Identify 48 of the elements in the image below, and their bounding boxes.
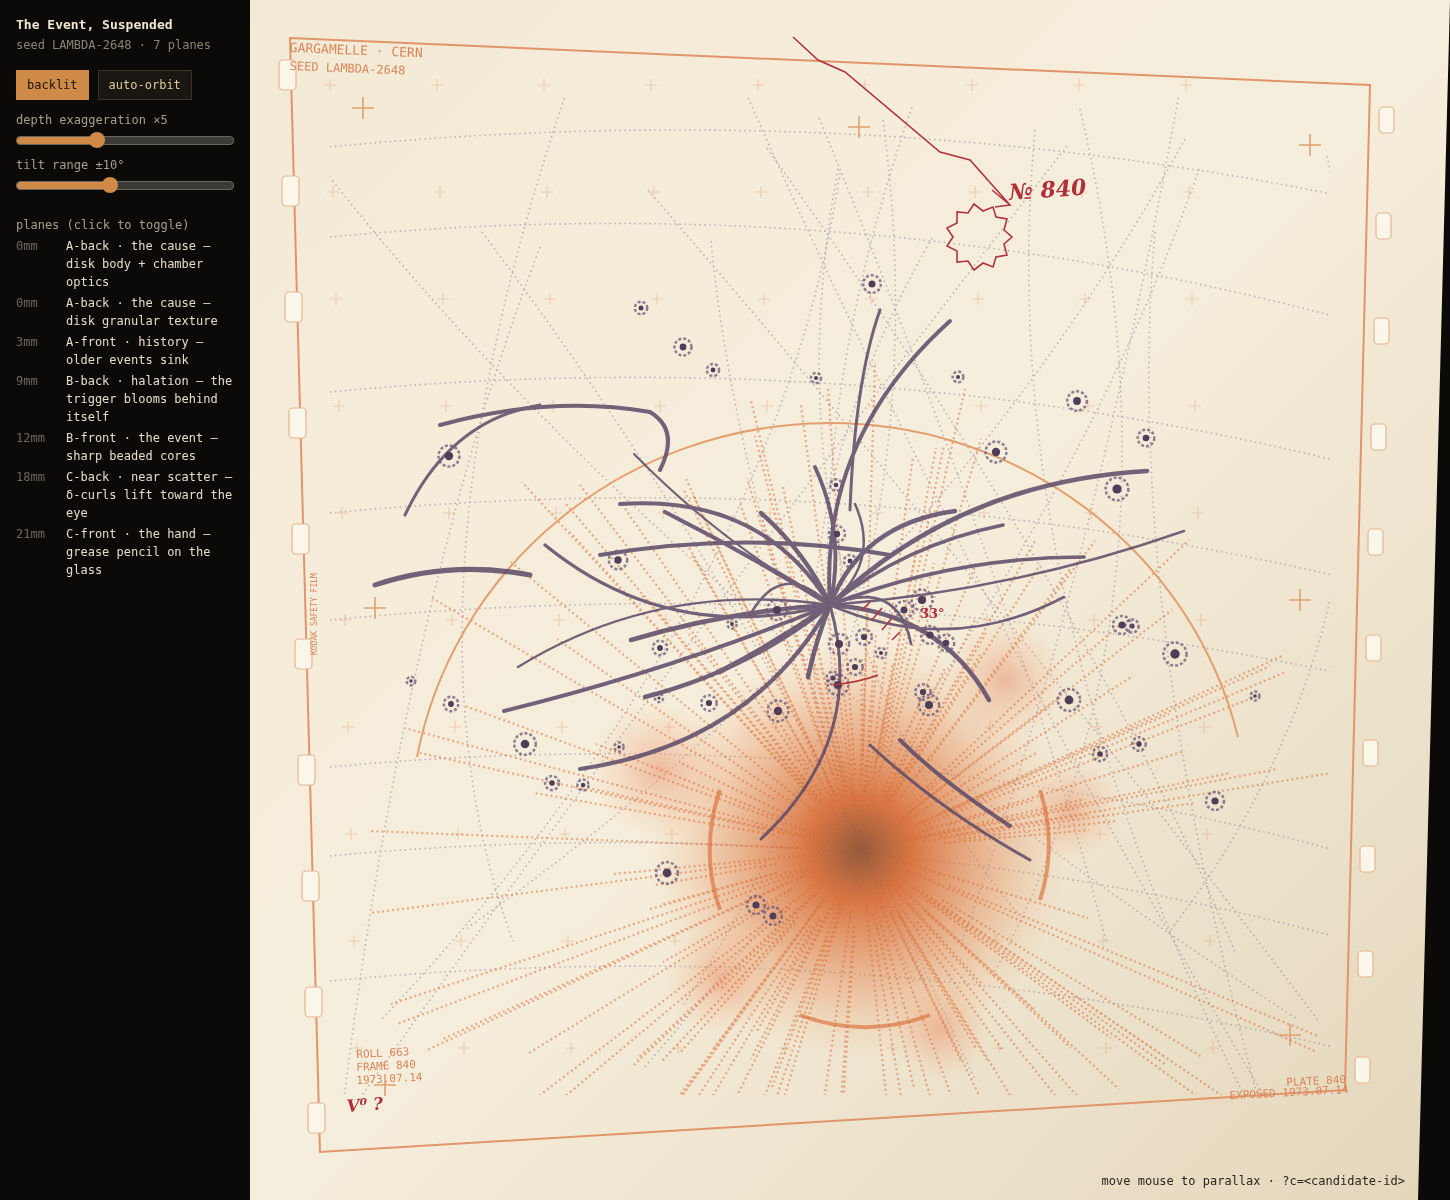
handwritten-note: V⁰ ?: [346, 1094, 384, 1116]
plane-depth: 0mm: [16, 295, 39, 312]
footer-hint: move mouse to parallax · ?c=<candidate-id>: [1101, 1174, 1405, 1188]
sprocket-hole: [1362, 739, 1379, 767]
film-edge-text: KODAK SAFETY FILM: [310, 573, 319, 655]
sprocket-hole: [281, 175, 300, 207]
sprocket-hole: [1373, 317, 1390, 345]
plane-toggle[interactable]: B-back · halation — the trigger blooms behind itself: [66, 372, 234, 426]
plane-depth: 3mm: [16, 334, 39, 351]
sprocket-hole: [301, 870, 320, 902]
sprocket-hole: [304, 986, 323, 1018]
plane-depth: 18mm: [16, 469, 46, 486]
plane-toggle[interactable]: A-front · history — older events sink: [66, 333, 234, 369]
handwritten-note: 33°: [920, 606, 945, 621]
sprocket-hole: [1359, 845, 1376, 873]
plane-toggle[interactable]: C-back · near scatter — δ-curls lift toward the eye: [66, 468, 234, 522]
handwritten-note: № 840: [1008, 174, 1087, 204]
sprocket-hole: [1357, 950, 1374, 978]
sprocket-hole: [288, 407, 307, 439]
plane-toggle[interactable]: A-back · the cause — disk granular texture: [66, 294, 234, 330]
plane-toggle[interactable]: A-back · the cause — disk body + chamber optics: [66, 237, 234, 291]
app-title: The Event, Suspended: [16, 17, 174, 32]
toggle-button[interactable]: backlit: [16, 70, 89, 100]
slider-label: depth exaggeration ×5: [16, 113, 168, 127]
slider-thumb[interactable]: [88, 132, 105, 148]
sprocket-hole: [307, 1102, 326, 1134]
sprocket-hole: [1354, 1056, 1371, 1084]
plane-depth: 12mm: [16, 430, 46, 447]
planes-heading: planes (click to toggle): [16, 218, 190, 232]
plate-seed: SEED LAMBDA-2648: [289, 60, 406, 78]
slider-label: tilt range ±10°: [16, 158, 125, 172]
sprocket-hole: [297, 754, 316, 786]
plane-depth: 21mm: [16, 526, 46, 543]
sprocket-hole: [1365, 634, 1382, 662]
sprocket-hole: [291, 523, 310, 555]
plane-toggle[interactable]: C-front · the hand — grease pencil on the glass: [66, 525, 234, 579]
slider-thumb[interactable]: [101, 177, 118, 193]
seed-subtitle: seed LAMBDA-2648 · 7 planes: [16, 38, 213, 52]
plane-toggle[interactable]: B-front · the event — sharp beaded cores: [66, 429, 234, 465]
sprocket-hole: [1370, 423, 1387, 451]
plane-depth: 0mm: [16, 238, 39, 255]
sprocket-hole: [1378, 106, 1395, 134]
sprocket-hole: [1375, 212, 1392, 240]
sprocket-hole: [1367, 528, 1384, 556]
plate-header: GARGAMELLE · CERN: [289, 41, 423, 60]
plane-depth: 9mm: [16, 373, 39, 390]
sprocket-hole: [284, 291, 303, 323]
toggle-button[interactable]: auto-orbit: [97, 70, 192, 100]
